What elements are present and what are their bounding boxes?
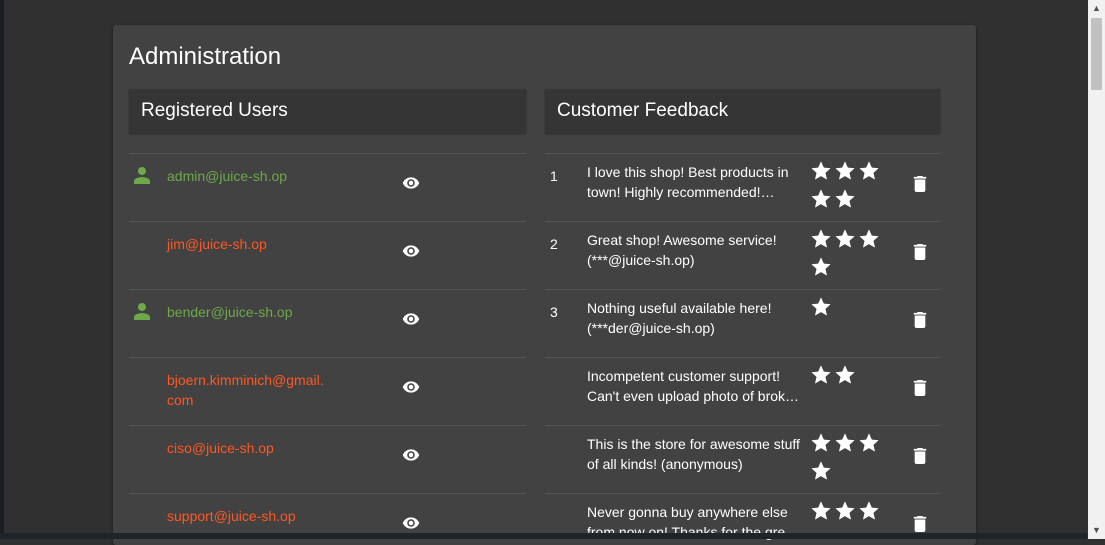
user-email: bender@juice-sh.op (167, 304, 293, 320)
user-email: admin@juice-sh.op (167, 168, 288, 184)
user-email: support@juice-sh.op (167, 508, 296, 524)
star-icon (859, 433, 879, 452)
administration-card: Administration Registered Users admin@ju… (113, 25, 976, 545)
eye-icon[interactable] (402, 244, 420, 258)
star-icon (811, 433, 831, 452)
user-row: bender@juice-sh.op (129, 290, 526, 358)
star-icon (811, 257, 831, 276)
star-icon (811, 461, 831, 480)
page-title: Administration (129, 43, 282, 70)
rating-stars (810, 500, 890, 528)
eye-icon[interactable] (402, 448, 420, 462)
star-icon (859, 229, 879, 248)
feedback-comment: Great shop! Awesome service! (***@juice-… (587, 232, 777, 268)
eye-icon[interactable] (402, 380, 420, 394)
trash-icon[interactable] (913, 380, 927, 396)
feedback-id: 1 (550, 168, 558, 184)
person-icon (134, 303, 150, 320)
star-icon (835, 433, 855, 452)
scroll-down-arrow-icon[interactable]: ▼ (1088, 522, 1105, 539)
feedback-row: Incompetent customer support! Can't even… (545, 358, 940, 426)
star-icon (835, 501, 855, 520)
user-email: ciso@juice-sh.op (167, 440, 274, 456)
star-icon (859, 501, 879, 520)
registered-users-section: Registered Users admin@juice-sh.op jim@ju… (129, 89, 526, 545)
trash-icon[interactable] (913, 448, 927, 464)
window-bottom-edge (0, 533, 1087, 539)
eye-icon[interactable] (402, 312, 420, 326)
star-icon (811, 365, 831, 384)
feedback-row: 1 I love this shop! Best products in town… (545, 154, 940, 222)
trash-icon[interactable] (913, 516, 927, 532)
rating-stars (810, 296, 890, 324)
star-icon (811, 297, 831, 316)
trash-icon[interactable] (913, 176, 927, 192)
trash-icon[interactable] (913, 312, 927, 328)
feedback-id: 3 (550, 304, 558, 320)
star-icon (859, 161, 879, 180)
customer-feedback-section: Customer Feedback 1 I love this shop! Bes… (545, 89, 940, 545)
star-icon (811, 189, 831, 208)
feedback-row: 2 Great shop! Awesome service! (***@juice… (545, 222, 940, 290)
feedback-comment: Nothing useful available here! (***der@j… (587, 300, 772, 336)
star-icon (811, 161, 831, 180)
star-icon (811, 229, 831, 248)
feedback-table: 1 I love this shop! Best products in town… (545, 153, 940, 545)
user-row: ciso@juice-sh.op (129, 426, 526, 494)
feedback-comment: I love this shop! Best products in town!… (587, 164, 789, 200)
feedback-comment: Incompetent customer support! Can't even… (587, 368, 801, 404)
registered-users-header: Registered Users (129, 89, 526, 133)
star-icon (835, 161, 855, 180)
window-left-edge (0, 0, 4, 539)
user-email: jim@juice-sh.op (167, 236, 267, 252)
person-icon (134, 167, 150, 184)
star-icon (835, 365, 855, 384)
feedback-row: This is the store for awesome stuff of a… (545, 426, 940, 494)
star-icon (811, 501, 831, 520)
user-row: admin@juice-sh.op (129, 154, 526, 222)
eye-icon[interactable] (402, 516, 420, 530)
feedback-id: 2 (550, 236, 558, 252)
feedback-comment: This is the store for awesome stuff of a… (587, 436, 800, 472)
trash-icon[interactable] (913, 244, 927, 260)
feedback-row: 3 Nothing useful available here! (***der@… (545, 290, 940, 358)
customer-feedback-header: Customer Feedback (545, 89, 940, 133)
user-email: bjoern.kimminich@gmail.com (167, 372, 324, 408)
user-row: bjoern.kimminich@gmail.com (129, 358, 526, 426)
scroll-up-arrow-icon[interactable]: ▲ (1088, 0, 1105, 17)
rating-stars (810, 160, 890, 216)
users-table: admin@juice-sh.op jim@juice-sh.op bender@j… (129, 153, 526, 545)
star-icon (835, 189, 855, 208)
vertical-scrollbar[interactable]: ▲ ▼ (1088, 0, 1105, 539)
star-icon (835, 229, 855, 248)
user-row: jim@juice-sh.op (129, 222, 526, 290)
scrollbar-thumb[interactable] (1091, 18, 1102, 90)
eye-icon[interactable] (402, 176, 420, 190)
rating-stars (810, 432, 890, 488)
rating-stars (810, 364, 890, 392)
rating-stars (810, 228, 890, 284)
